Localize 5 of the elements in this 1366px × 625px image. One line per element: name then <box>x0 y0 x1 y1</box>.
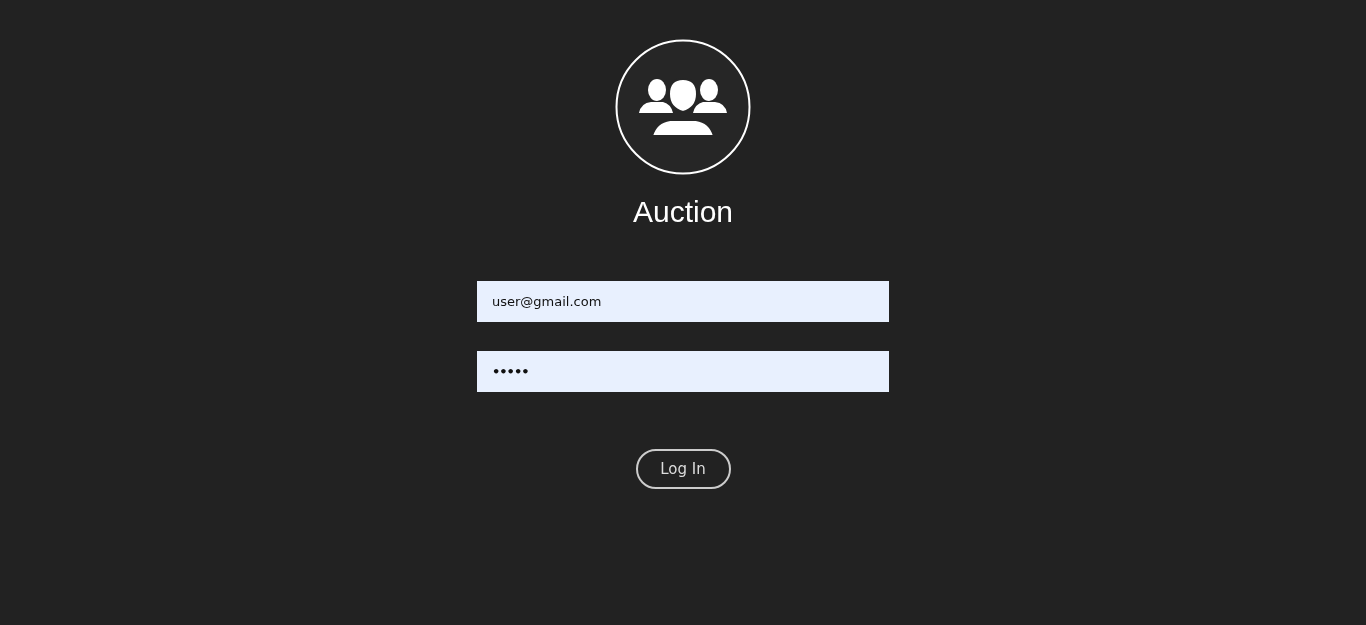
password-field[interactable]: ••••• <box>477 351 889 392</box>
login-button[interactable]: Log In <box>635 449 731 489</box>
app-title: Auction <box>632 194 734 230</box>
users-icon <box>615 39 751 175</box>
email-field[interactable]: user@gmail.com <box>477 281 889 322</box>
